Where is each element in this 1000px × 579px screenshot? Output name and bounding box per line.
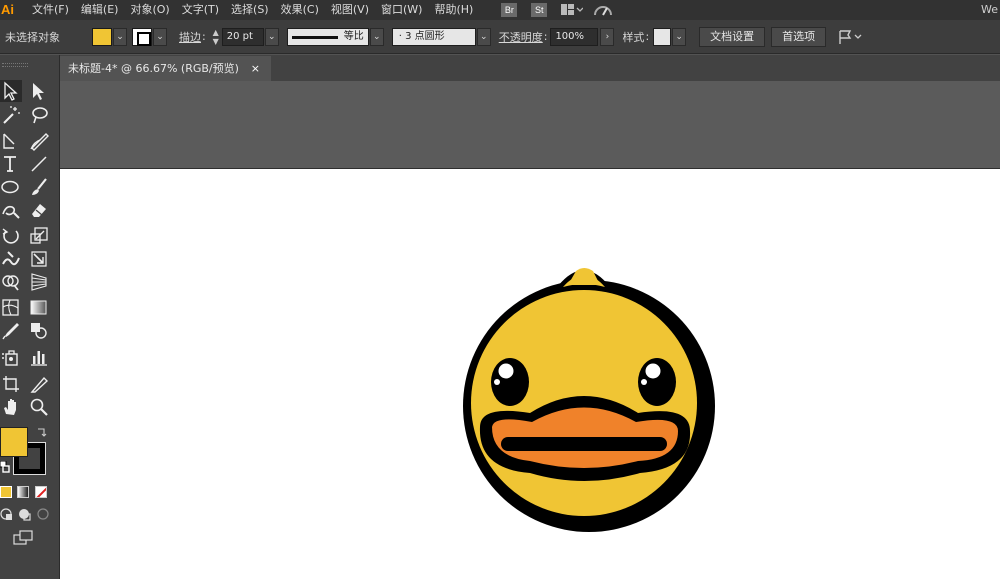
gpu-performance-icon[interactable]	[593, 2, 613, 18]
draw-behind-icon[interactable]	[18, 507, 32, 521]
menu-select[interactable]: 选择(S)	[225, 0, 275, 20]
fill-dropdown-icon[interactable]: ⌄	[113, 27, 127, 46]
opacity-label[interactable]: 不透明度	[499, 29, 543, 45]
menu-help[interactable]: 帮助(H)	[428, 0, 479, 20]
workspace-switcher[interactable]: We	[981, 0, 1000, 20]
zoom-tool-icon[interactable]	[28, 396, 50, 418]
eyedropper-tool-icon[interactable]	[0, 320, 22, 342]
warp-tool-icon[interactable]	[0, 248, 22, 270]
stroke-color-swatch[interactable]	[132, 27, 152, 46]
rotate-tool-icon[interactable]	[0, 225, 22, 247]
brush-definition[interactable]: · 3 点圆形	[391, 27, 476, 46]
flag-icon[interactable]	[836, 28, 864, 46]
canvas-area[interactable]	[60, 81, 1000, 579]
stroke-profile-label: 等比	[343, 30, 364, 42]
fill-color-swatch[interactable]	[92, 27, 112, 46]
symbol-sprayer-tool-icon[interactable]	[0, 346, 22, 368]
selection-status: 未选择对象	[5, 30, 60, 44]
menu-edit[interactable]: 编辑(E)	[75, 0, 125, 20]
swap-fill-stroke-icon[interactable]	[36, 427, 48, 439]
draw-inside-icon[interactable]	[36, 507, 50, 521]
lasso-tool-icon[interactable]	[28, 104, 50, 126]
brush-dropdown-icon[interactable]: ⌄	[476, 27, 491, 46]
stroke-weight-stepper-icon[interactable]: ▲ ▼	[210, 28, 222, 46]
pen-tool-icon[interactable]	[0, 130, 22, 152]
menu-type[interactable]: 文字(T)	[176, 0, 225, 20]
opacity-colon: :	[543, 30, 548, 43]
tools-panel	[0, 55, 60, 579]
paintbrush-tool-icon[interactable]	[28, 176, 50, 198]
ellipse-tool-icon[interactable]	[0, 176, 22, 198]
stroke-colon: :	[202, 30, 206, 43]
default-fill-stroke-icon[interactable]	[0, 460, 10, 473]
perspective-grid-tool-icon[interactable]	[28, 271, 50, 293]
slice-tool-icon[interactable]	[28, 373, 50, 395]
blend-tool-icon[interactable]	[28, 320, 50, 342]
menu-file[interactable]: 文件(F)	[28, 0, 75, 20]
document-tab-title: 未标题-4* @ 66.67% (RGB/预览)	[68, 62, 239, 75]
document-setup-button[interactable]: 文档设置	[699, 26, 766, 47]
graphic-style-swatch[interactable]	[653, 27, 672, 46]
opacity-expand-icon[interactable]: ›	[600, 27, 615, 46]
menu-window[interactable]: 窗口(W)	[375, 0, 428, 20]
free-transform-tool-icon[interactable]	[28, 248, 50, 270]
duck-right-eye	[638, 358, 676, 406]
opacity-input[interactable]: 100%	[550, 27, 599, 46]
style-colon: :	[645, 30, 650, 43]
curvature-tool-icon[interactable]	[28, 130, 50, 152]
stock-button[interactable]: St	[531, 3, 548, 17]
eraser-tool-icon[interactable]	[28, 199, 50, 221]
variable-width-profile[interactable]: 等比	[286, 27, 369, 46]
brush-name: 3 点圆形	[405, 30, 445, 42]
line-tool-icon[interactable]	[28, 153, 50, 175]
color-mode-icon[interactable]	[0, 486, 12, 498]
bridge-button[interactable]: Br	[501, 3, 518, 17]
menu-bar: Ai 文件(F) 编辑(E) 对象(O) 文字(T) 选择(S) 效果(C) 视…	[0, 0, 1000, 20]
shaper-tool-icon[interactable]	[0, 199, 22, 221]
close-icon[interactable]: ×	[251, 56, 260, 81]
app-logo: Ai	[1, 2, 14, 17]
style-label: 样式	[622, 30, 645, 44]
mesh-tool-icon[interactable]	[0, 297, 22, 319]
document-tab[interactable]: 未标题-4* @ 66.67% (RGB/预览) ×	[60, 56, 271, 81]
gradient-mode-icon[interactable]	[17, 486, 29, 498]
gradient-tool-icon[interactable]	[28, 297, 50, 319]
stroke-weight-dropdown-icon[interactable]: ⌄	[264, 27, 279, 46]
artboard[interactable]	[60, 168, 1000, 579]
artboard-tool-icon[interactable]	[0, 373, 22, 395]
column-graph-tool-icon[interactable]	[28, 346, 50, 368]
document-tab-strip: 未标题-4* @ 66.67% (RGB/预览) ×	[60, 55, 1000, 81]
selection-tool-icon[interactable]	[0, 80, 22, 102]
shape-builder-tool-icon[interactable]	[0, 271, 22, 293]
magic-wand-tool-icon[interactable]	[0, 104, 22, 126]
type-tool-icon[interactable]	[0, 153, 22, 175]
duck-artwork[interactable]	[60, 169, 1000, 579]
stroke-dropdown-icon[interactable]: ⌄	[153, 27, 167, 46]
fill-proxy-swatch[interactable]	[0, 427, 28, 457]
stroke-label[interactable]: 描边	[179, 29, 201, 45]
duck-left-eye	[491, 358, 529, 406]
menu-object[interactable]: 对象(O)	[124, 0, 175, 20]
stroke-line-preview	[291, 35, 338, 39]
scale-tool-icon[interactable]	[28, 225, 50, 247]
profile-dropdown-icon[interactable]: ⌄	[369, 27, 384, 46]
control-bar: 未选择对象 ⌄ ⌄ 描边 : ▲ ▼ 20 pt ⌄ 等比 ⌄ · 3 点圆形 ⌄…	[0, 20, 1000, 54]
preferences-button[interactable]: 首选项	[771, 26, 827, 47]
draw-normal-icon[interactable]	[0, 507, 14, 521]
arrange-documents-icon[interactable]	[561, 3, 584, 17]
panel-grip[interactable]	[2, 63, 28, 67]
direct-selection-tool-icon[interactable]	[28, 80, 50, 102]
none-mode-icon[interactable]	[35, 486, 47, 498]
menu-effect[interactable]: 效果(C)	[275, 0, 325, 20]
hand-tool-icon[interactable]	[0, 396, 22, 418]
illustrator-window: Ai 文件(F) 编辑(E) 对象(O) 文字(T) 选择(S) 效果(C) 视…	[0, 0, 1000, 579]
stroke-weight-input[interactable]: 20 pt	[221, 27, 264, 46]
style-dropdown-icon[interactable]: ⌄	[672, 27, 687, 46]
menu-view[interactable]: 视图(V)	[325, 0, 375, 20]
screen-mode-icon[interactable]	[12, 530, 36, 546]
